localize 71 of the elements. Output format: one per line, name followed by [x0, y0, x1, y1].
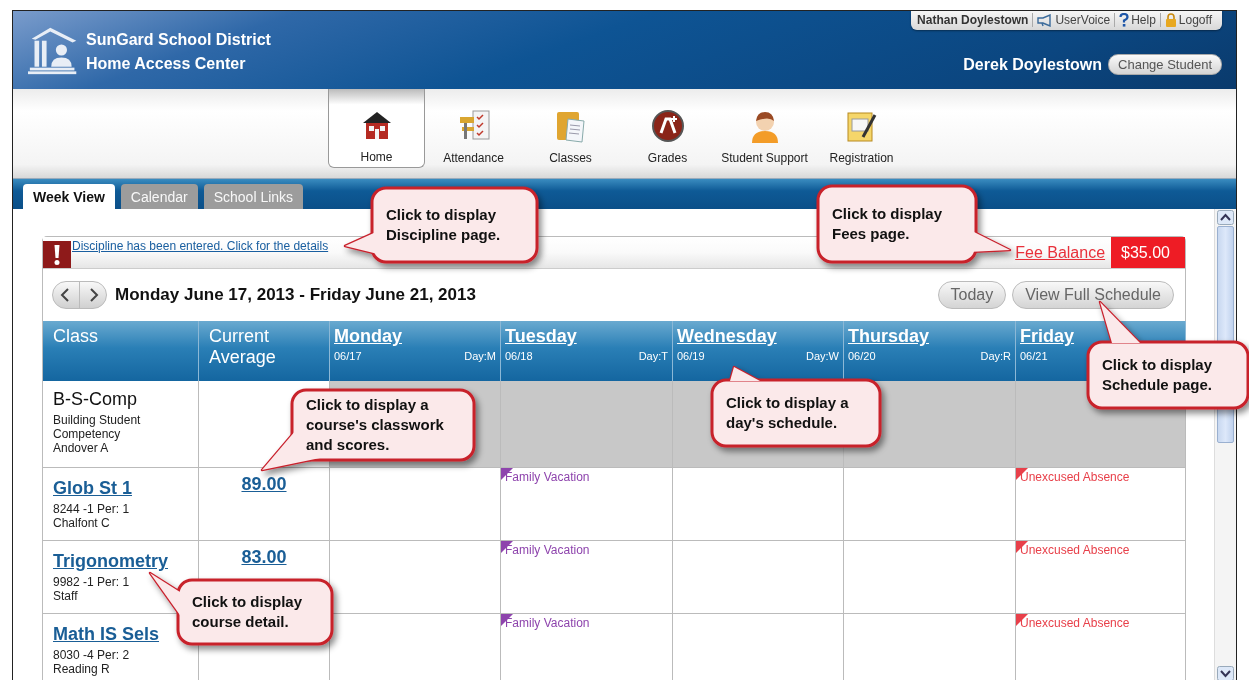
day-link[interactable]: Wednesday — [677, 326, 777, 347]
day-date: 06/20 — [848, 350, 876, 362]
nav-item[interactable]: Registration — [813, 89, 910, 178]
column-title: Class — [53, 326, 99, 347]
course-detail: 9982 -1 Per: 1 — [53, 575, 130, 589]
attendance-event[interactable]: Family Vacation — [505, 470, 590, 484]
day-code: Day:M — [464, 350, 496, 362]
header-link[interactable]: UserVoice — [1033, 13, 1116, 27]
grade-badge-icon — [650, 108, 685, 143]
course-detail: Andover A — [53, 441, 109, 455]
scroll-down-icon[interactable] — [1217, 666, 1234, 680]
tab[interactable]: Week View — [23, 184, 115, 209]
discipline-link[interactable]: Discipline has been entered. Click for the details — [72, 239, 329, 253]
callout-text: Click to display Schedule page. — [1102, 355, 1213, 395]
course-detail: Chalfont C — [53, 516, 110, 530]
day-link[interactable]: Tuesday — [505, 326, 577, 347]
day-link[interactable]: Monday — [334, 326, 402, 347]
average-link[interactable]: 83.00 — [241, 547, 287, 568]
day-code: Day:T — [638, 350, 668, 362]
course-link[interactable]: Trigonometry — [53, 551, 168, 572]
day-link[interactable]: Friday — [1020, 326, 1075, 347]
attendance-event[interactable]: Family Vacation — [505, 543, 590, 557]
nav-item[interactable]: Home — [328, 89, 425, 168]
course-detail: Staff — [53, 589, 78, 603]
callout-text: Click to display Fees page. — [832, 204, 943, 244]
nav-item[interactable]: Attendance — [425, 89, 522, 178]
attendance-event[interactable]: Unexcused Absence — [1020, 543, 1130, 557]
user-name: Nathan Doylestown — [917, 13, 1034, 27]
course-link[interactable]: Glob St 1 — [53, 478, 132, 499]
nav-item[interactable]: Student Support — [716, 89, 813, 178]
day-date: 06/19 — [677, 350, 705, 362]
district-name: SunGard School District — [86, 31, 271, 49]
change-student-button[interactable]: Change Student — [1108, 54, 1222, 75]
course-detail: Competency — [53, 427, 121, 441]
column-title: Current Average — [209, 326, 277, 368]
attendance-event[interactable]: Unexcused Absence — [1020, 616, 1130, 630]
day-date: 06/17 — [334, 350, 362, 362]
callout-text: Click to display course detail. — [192, 592, 303, 632]
course-detail: Building Student — [53, 413, 141, 427]
course-link[interactable]: Math IS Sels — [53, 624, 160, 645]
course-detail: Reading R — [53, 662, 110, 676]
attendance-event[interactable]: Unexcused Absence — [1020, 470, 1130, 484]
course-detail: 8244 -1 Per: 1 — [53, 502, 130, 516]
day-date: 06/21 — [1020, 350, 1048, 362]
average-link[interactable]: 89.00 — [241, 474, 287, 495]
day-date: 06/18 — [505, 350, 533, 362]
day-code: Day:W — [806, 350, 839, 362]
course-detail: 8030 -4 Per: 2 — [53, 648, 130, 662]
lock-icon — [1164, 13, 1177, 27]
fee-balance-link[interactable]: Fee Balance — [1015, 243, 1106, 262]
header-link[interactable]: Logoff — [1160, 13, 1216, 27]
callout-text: Click to display a course's classwork and scores. — [306, 395, 444, 455]
student-name: Derek Doylestown — [963, 55, 1103, 74]
week-range-title: Monday June 17, 2013 - Friday June 21, 2013 — [115, 285, 476, 305]
help-icon — [1119, 13, 1130, 27]
schedule-button[interactable]: View Full Schedule — [1012, 281, 1174, 309]
megaphone-icon — [1037, 13, 1054, 27]
scroll-up-icon[interactable] — [1217, 210, 1234, 225]
fee-amount: $35.00 — [1111, 237, 1185, 268]
header-link[interactable]: Help — [1115, 13, 1161, 27]
callout-text: Click to display Discipline page. — [386, 205, 501, 245]
schedule-button[interactable]: Today — [937, 281, 1007, 309]
nav-item[interactable]: Classes — [522, 89, 619, 178]
day-link[interactable]: Thursday — [848, 326, 930, 347]
day-code: Day:R — [980, 350, 1011, 362]
attendance-event[interactable]: Family Vacation — [505, 616, 590, 630]
nav-item[interactable]: Grades — [619, 89, 716, 178]
course-name: B-S-Comp — [53, 389, 137, 410]
app-title: Home Access Center — [86, 55, 247, 73]
alert-icon — [43, 241, 71, 268]
callout-text: Click to display a day's schedule. — [726, 393, 849, 433]
